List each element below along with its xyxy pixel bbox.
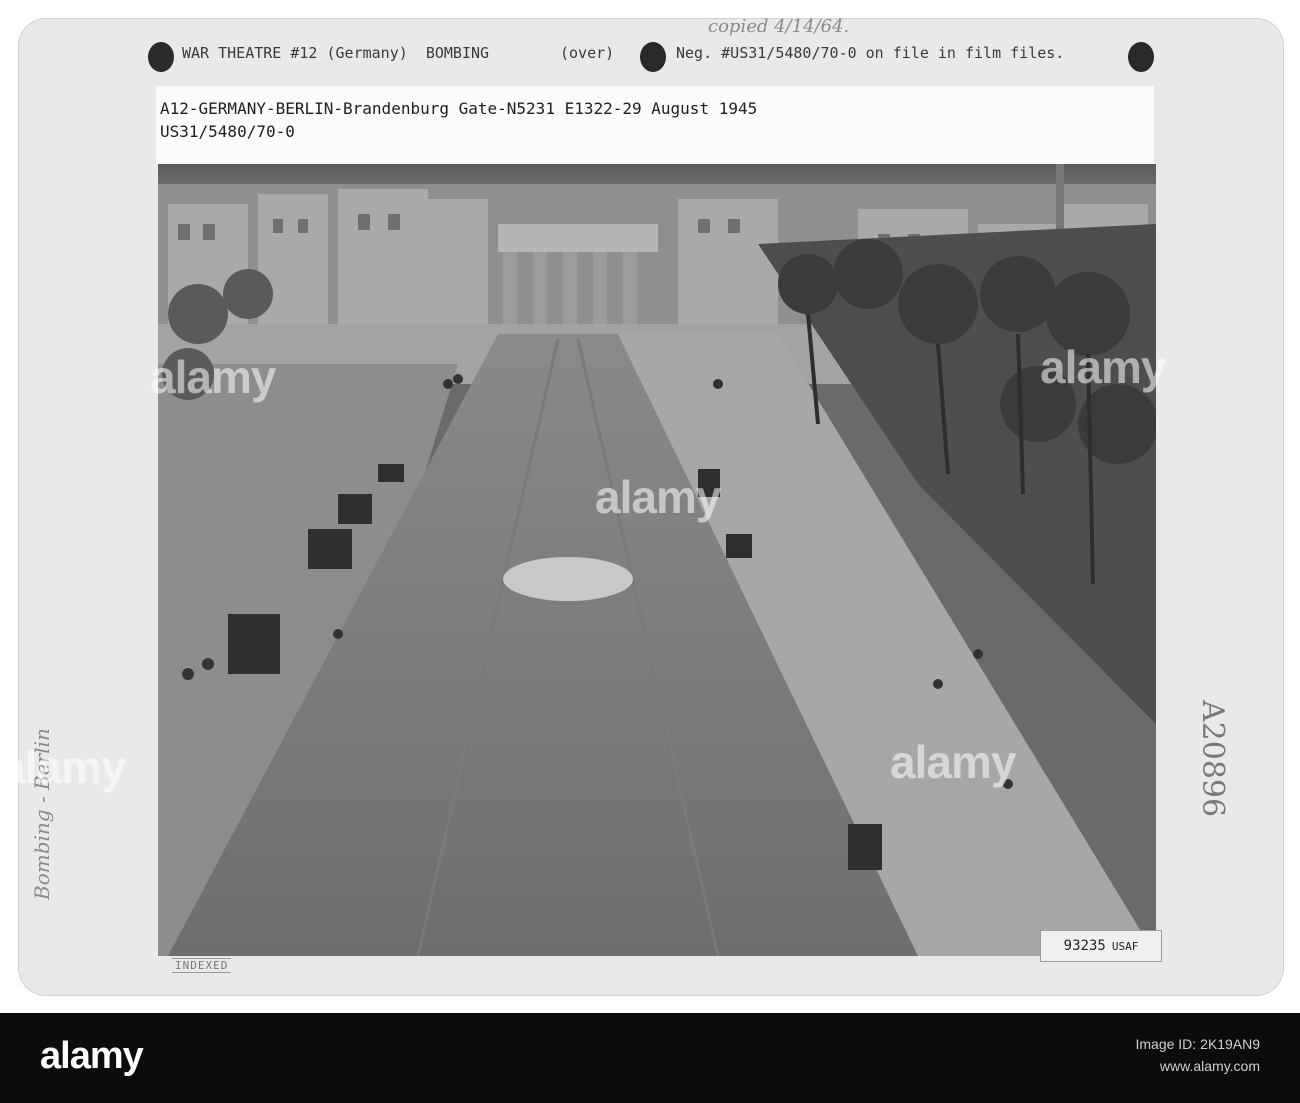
- caption-line-1: A12-GERMANY-BERLIN-Brandenburg Gate-N523…: [160, 99, 758, 118]
- image-id: Image ID: 2K19AN9: [1135, 1036, 1260, 1052]
- punch-hole-middle: [640, 42, 666, 72]
- stamp-number: 93235: [1063, 938, 1106, 954]
- negative-note: Neg. #US31/5480/70-0 on file in film fil…: [676, 44, 1065, 62]
- indexed-mark: INDEXED: [172, 958, 232, 973]
- watermark-center: alamy: [595, 471, 721, 523]
- stamp-agency: USAF: [1111, 939, 1139, 953]
- caption-line-2: US31/5480/70-0: [160, 122, 295, 141]
- punch-hole-left: [148, 42, 174, 72]
- right-handwritten-number: A20896: [1195, 700, 1230, 818]
- footer-image-info: Image ID: 2K19AN9 www.alamy.com: [1135, 1033, 1260, 1077]
- footer-bar: alamy Image ID: 2K19AN9 www.alamy.com: [0, 1013, 1300, 1103]
- punch-hole-right: [1128, 42, 1154, 72]
- copied-handwriting: copied 4/14/64.: [708, 16, 850, 37]
- photo-illustration: [158, 164, 1156, 956]
- caption-strip: [156, 86, 1154, 164]
- watermark-left: alamy: [0, 741, 126, 793]
- usaf-stamp: 93235 USAF: [1040, 930, 1162, 962]
- aerial-photograph: [158, 164, 1156, 956]
- footer-url: www.alamy.com: [1159, 1058, 1260, 1074]
- over-label: (over): [560, 44, 615, 62]
- war-theatre-label: WAR THEATRE #12 (Germany) BOMBING: [182, 44, 490, 62]
- watermark-left-upper: alamy: [150, 351, 276, 403]
- footer-logo: alamy: [40, 1035, 144, 1077]
- watermark-right: alamy: [1040, 341, 1166, 393]
- watermark-right-lower: alamy: [890, 736, 1016, 788]
